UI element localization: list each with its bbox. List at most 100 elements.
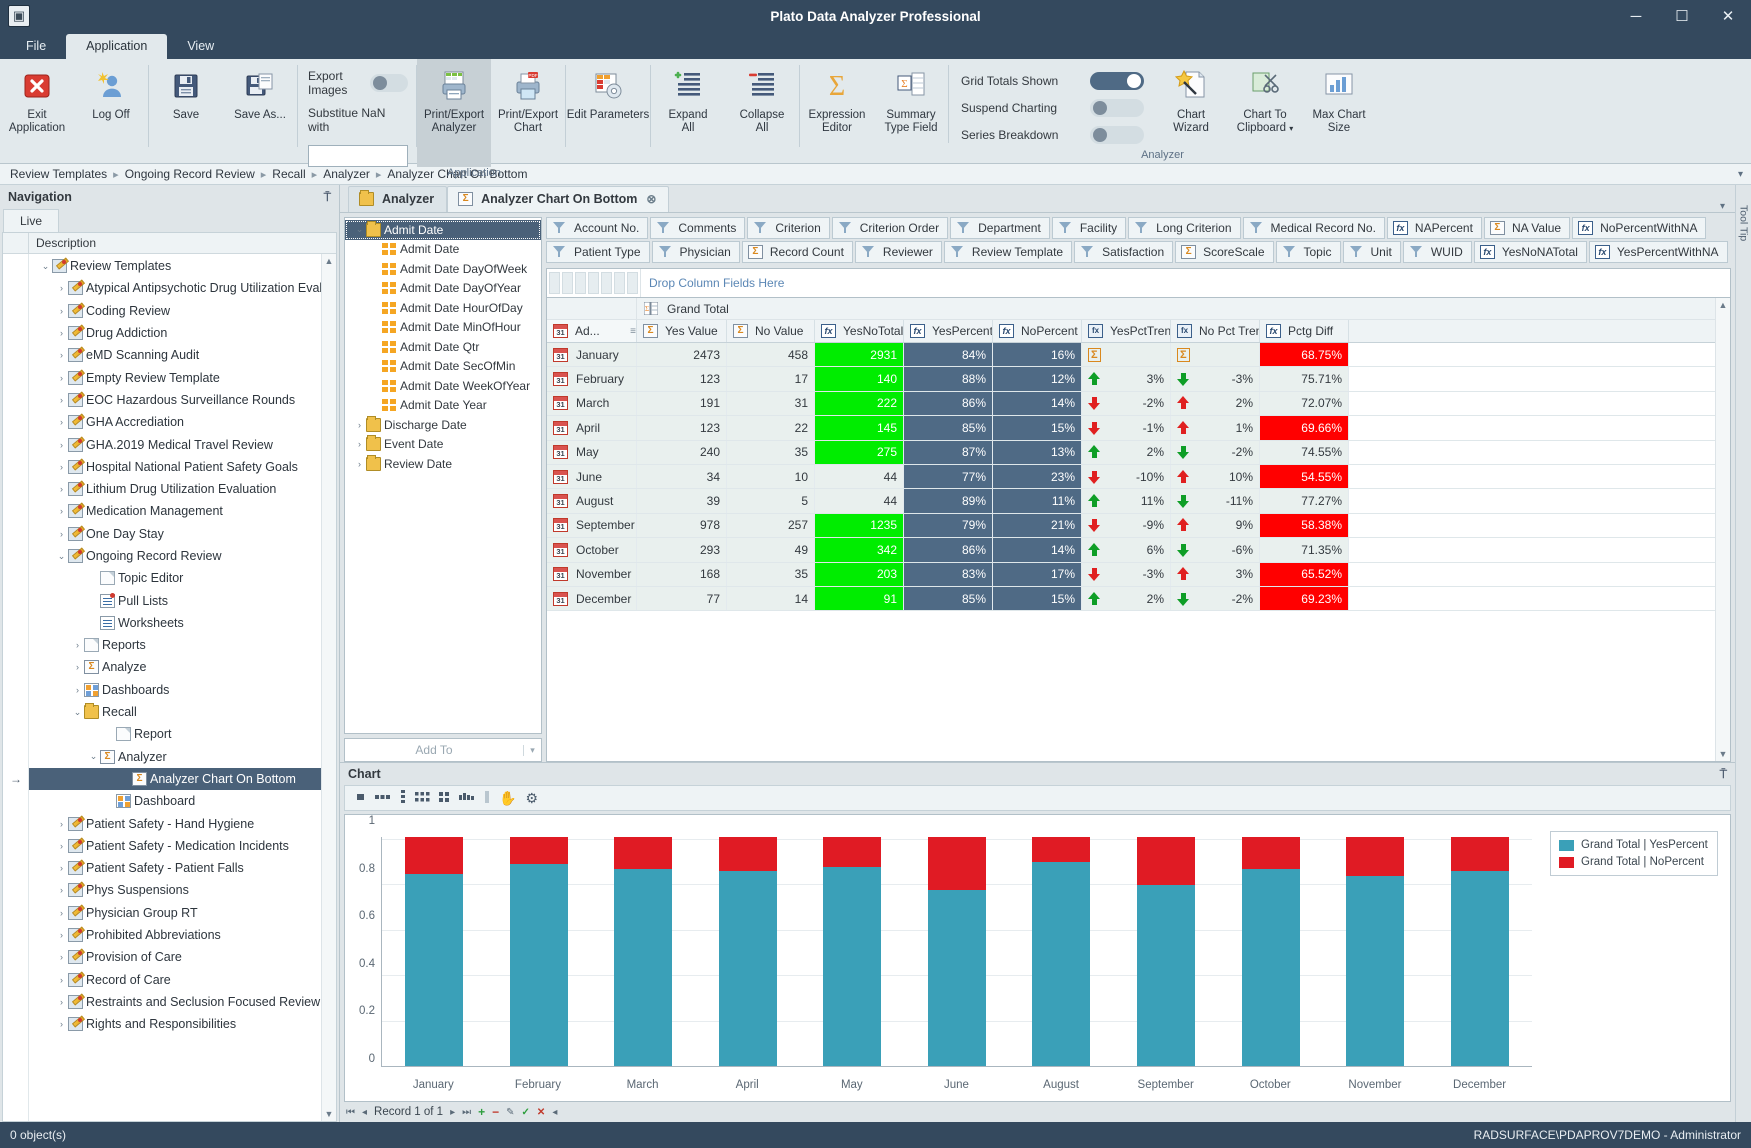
- twisty-icon[interactable]: ›: [55, 395, 68, 405]
- series-breakdown-toggle[interactable]: [1090, 126, 1144, 144]
- nav-item-ongoing-record-review[interactable]: ⌄ Ongoing Record Review: [29, 545, 321, 567]
- field-node-review-date[interactable]: › Review Date: [345, 454, 541, 474]
- twisty-icon[interactable]: ›: [55, 930, 68, 940]
- twisty-icon[interactable]: ›: [55, 484, 68, 494]
- print-export-chart-button[interactable]: PDF Print/Export Chart: [491, 59, 565, 167]
- table-row[interactable]: 31 October 293 49 342 86% 14% 6% -6% 71.35%: [547, 538, 1715, 563]
- row-field-header[interactable]: 31 Ad... ≡: [547, 320, 637, 342]
- edit-parameters-button[interactable]: Edit Parameters: [566, 59, 650, 167]
- pin-icon[interactable]: ⍑: [324, 190, 331, 205]
- pin-icon[interactable]: ⍑: [1720, 767, 1727, 782]
- field-chip-physician[interactable]: Physician: [651, 241, 740, 263]
- nav-item-prohibited-abbreviations[interactable]: › Prohibited Abbreviations: [29, 924, 321, 946]
- nav-item-dashboard[interactable]: Dashboard: [29, 790, 321, 812]
- next-record-icon[interactable]: ▸: [450, 1107, 455, 1118]
- twisty-icon[interactable]: ›: [55, 462, 68, 472]
- twisty-icon[interactable]: ›: [55, 306, 68, 316]
- nav-item-coding-review[interactable]: › Coding Review: [29, 300, 321, 322]
- expand-all-button[interactable]: Expand All: [651, 59, 725, 167]
- settings-gear-icon[interactable]: ⚙: [525, 790, 538, 807]
- twisty-icon[interactable]: ›: [55, 908, 68, 918]
- substitute-nan-input[interactable]: [308, 145, 408, 167]
- nav-item-emd-scanning-audit[interactable]: › eMD Scanning Audit: [29, 344, 321, 366]
- column-header-yespercent[interactable]: fx YesPercent: [904, 320, 993, 342]
- previous-record-icon[interactable]: ◂: [362, 1107, 367, 1118]
- chart-bar-column[interactable]: [509, 837, 568, 1066]
- edit-record-icon[interactable]: ✎: [506, 1107, 514, 1118]
- table-row[interactable]: 31 January 2473 458 2931 84% 16% Σ Σ 68.75%: [547, 343, 1715, 368]
- field-tree[interactable]: ⌄ Admit Date Admit Date Admit Date DayOfWee…: [344, 217, 542, 734]
- scroll-down-icon[interactable]: ▼: [325, 1109, 334, 1119]
- accept-record-icon[interactable]: ✓: [522, 1107, 530, 1118]
- field-chip-na-value[interactable]: Σ NA Value: [1483, 217, 1571, 239]
- nav-item-gha-2019-medical-travel-review[interactable]: › GHA.2019 Medical Travel Review: [29, 433, 321, 455]
- field-node-admit-date-weekofyear[interactable]: Admit Date WeekOfYear: [345, 376, 541, 396]
- chart-bar-column[interactable]: [1241, 837, 1300, 1066]
- twisty-icon[interactable]: ›: [55, 975, 68, 985]
- field-chip-record-count[interactable]: Σ Record Count: [741, 241, 853, 263]
- refresh-record-icon[interactable]: ◂: [552, 1107, 557, 1118]
- column-header-yesnototal[interactable]: fx YesNoTotal: [815, 320, 904, 342]
- stacked-dots-icon[interactable]: [400, 790, 406, 806]
- close-button[interactable]: ✕: [1705, 0, 1751, 32]
- nav-item-medication-management[interactable]: › Medication Management: [29, 500, 321, 522]
- field-chip-review-template[interactable]: Review Template: [943, 241, 1073, 263]
- twisty-icon[interactable]: ⌄: [87, 751, 100, 762]
- field-node-admit-date-minofhour[interactable]: Admit Date MinOfHour: [345, 318, 541, 338]
- nav-tab-live[interactable]: Live: [3, 209, 60, 232]
- twisty-icon[interactable]: ⌄: [353, 224, 366, 235]
- expression-editor-button[interactable]: Σ Expression Editor: [800, 59, 874, 167]
- nav-item-gha-accrediation[interactable]: › GHA Accrediation: [29, 411, 321, 433]
- field-node-admit-date[interactable]: Admit Date: [345, 240, 541, 260]
- nav-item-reports[interactable]: › Reports: [29, 634, 321, 656]
- nav-item-phys-suspensions[interactable]: › Phys Suspensions: [29, 879, 321, 901]
- delete-record-icon[interactable]: −: [492, 1105, 499, 1119]
- chart-bar-column[interactable]: [405, 837, 464, 1066]
- nav-item-rights-and-responsibilities[interactable]: › Rights and Responsibilities: [29, 1013, 321, 1035]
- twisty-icon[interactable]: ›: [55, 373, 68, 383]
- field-chip-topic[interactable]: Topic: [1275, 241, 1341, 263]
- navigation-tree[interactable]: ⌄ Review Templates › Atypical Antipsychotic…: [29, 254, 321, 1121]
- nav-item-pull-lists[interactable]: Pull Lists: [29, 589, 321, 611]
- grouped-bars-icon[interactable]: [375, 791, 391, 805]
- twisty-icon[interactable]: ›: [55, 440, 68, 450]
- column-header-nopercent[interactable]: fx NoPercent: [993, 320, 1082, 342]
- field-node-admit-date-dayofyear[interactable]: Admit Date DayOfYear: [345, 279, 541, 299]
- twisty-icon[interactable]: ›: [71, 685, 84, 695]
- ribbon-tab-application[interactable]: Application: [66, 34, 168, 59]
- cancel-record-icon[interactable]: ✕: [537, 1107, 545, 1118]
- scatter-icon[interactable]: [415, 791, 430, 806]
- scroll-up-icon[interactable]: ▲: [1719, 300, 1728, 310]
- matrix-icon[interactable]: [439, 791, 450, 806]
- nav-item-drug-addiction[interactable]: › Drug Addiction: [29, 322, 321, 344]
- last-record-icon[interactable]: ⏭: [462, 1107, 471, 1118]
- nav-item-patient-safety-medication-incidents[interactable]: › Patient Safety - Medication Incidents: [29, 835, 321, 857]
- scroll-up-icon[interactable]: ▲: [325, 256, 334, 266]
- twisty-icon[interactable]: ›: [55, 283, 68, 293]
- chart-bar-column[interactable]: [1136, 837, 1195, 1066]
- column-icon[interactable]: [484, 790, 490, 806]
- max-chart-size-button[interactable]: Max Chart Size: [1302, 59, 1376, 149]
- field-node-admit-date-qtr[interactable]: Admit Date Qtr: [345, 337, 541, 357]
- twisty-icon[interactable]: ›: [353, 420, 366, 430]
- sort-icon[interactable]: ≡: [630, 326, 636, 337]
- field-node-admit-date[interactable]: ⌄ Admit Date: [345, 220, 541, 240]
- ribbon-tab-file[interactable]: File: [6, 34, 66, 59]
- nav-item-one-day-stay[interactable]: › One Day Stay: [29, 523, 321, 545]
- single-bar-icon[interactable]: [355, 791, 366, 805]
- nav-item-patient-safety-hand-hygiene[interactable]: › Patient Safety - Hand Hygiene: [29, 812, 321, 834]
- field-chip-scorescale[interactable]: Σ ScoreScale: [1175, 241, 1274, 263]
- twisty-icon[interactable]: ›: [55, 328, 68, 338]
- twisty-icon[interactable]: ›: [55, 1019, 68, 1029]
- table-row[interactable]: 31 March 191 31 222 86% 14% -2% 2% 72.07%: [547, 391, 1715, 417]
- chart-bar-column[interactable]: [823, 837, 882, 1066]
- column-header-no-value[interactable]: Σ No Value: [727, 320, 815, 342]
- twisty-icon[interactable]: ›: [55, 952, 68, 962]
- collapse-all-button[interactable]: Collapse All: [725, 59, 799, 167]
- save-button[interactable]: Save: [149, 59, 223, 167]
- table-row[interactable]: 31 November 168 35 203 83% 17% -3% 3% 65.52%: [547, 562, 1715, 587]
- field-chip-criterion-order[interactable]: Criterion Order: [831, 217, 949, 239]
- maximize-button[interactable]: ☐: [1659, 0, 1705, 32]
- chart-bar-column[interactable]: [718, 837, 777, 1066]
- table-row[interactable]: 31 June 34 10 44 77% 23% -10% 10% 54.55%: [547, 464, 1715, 490]
